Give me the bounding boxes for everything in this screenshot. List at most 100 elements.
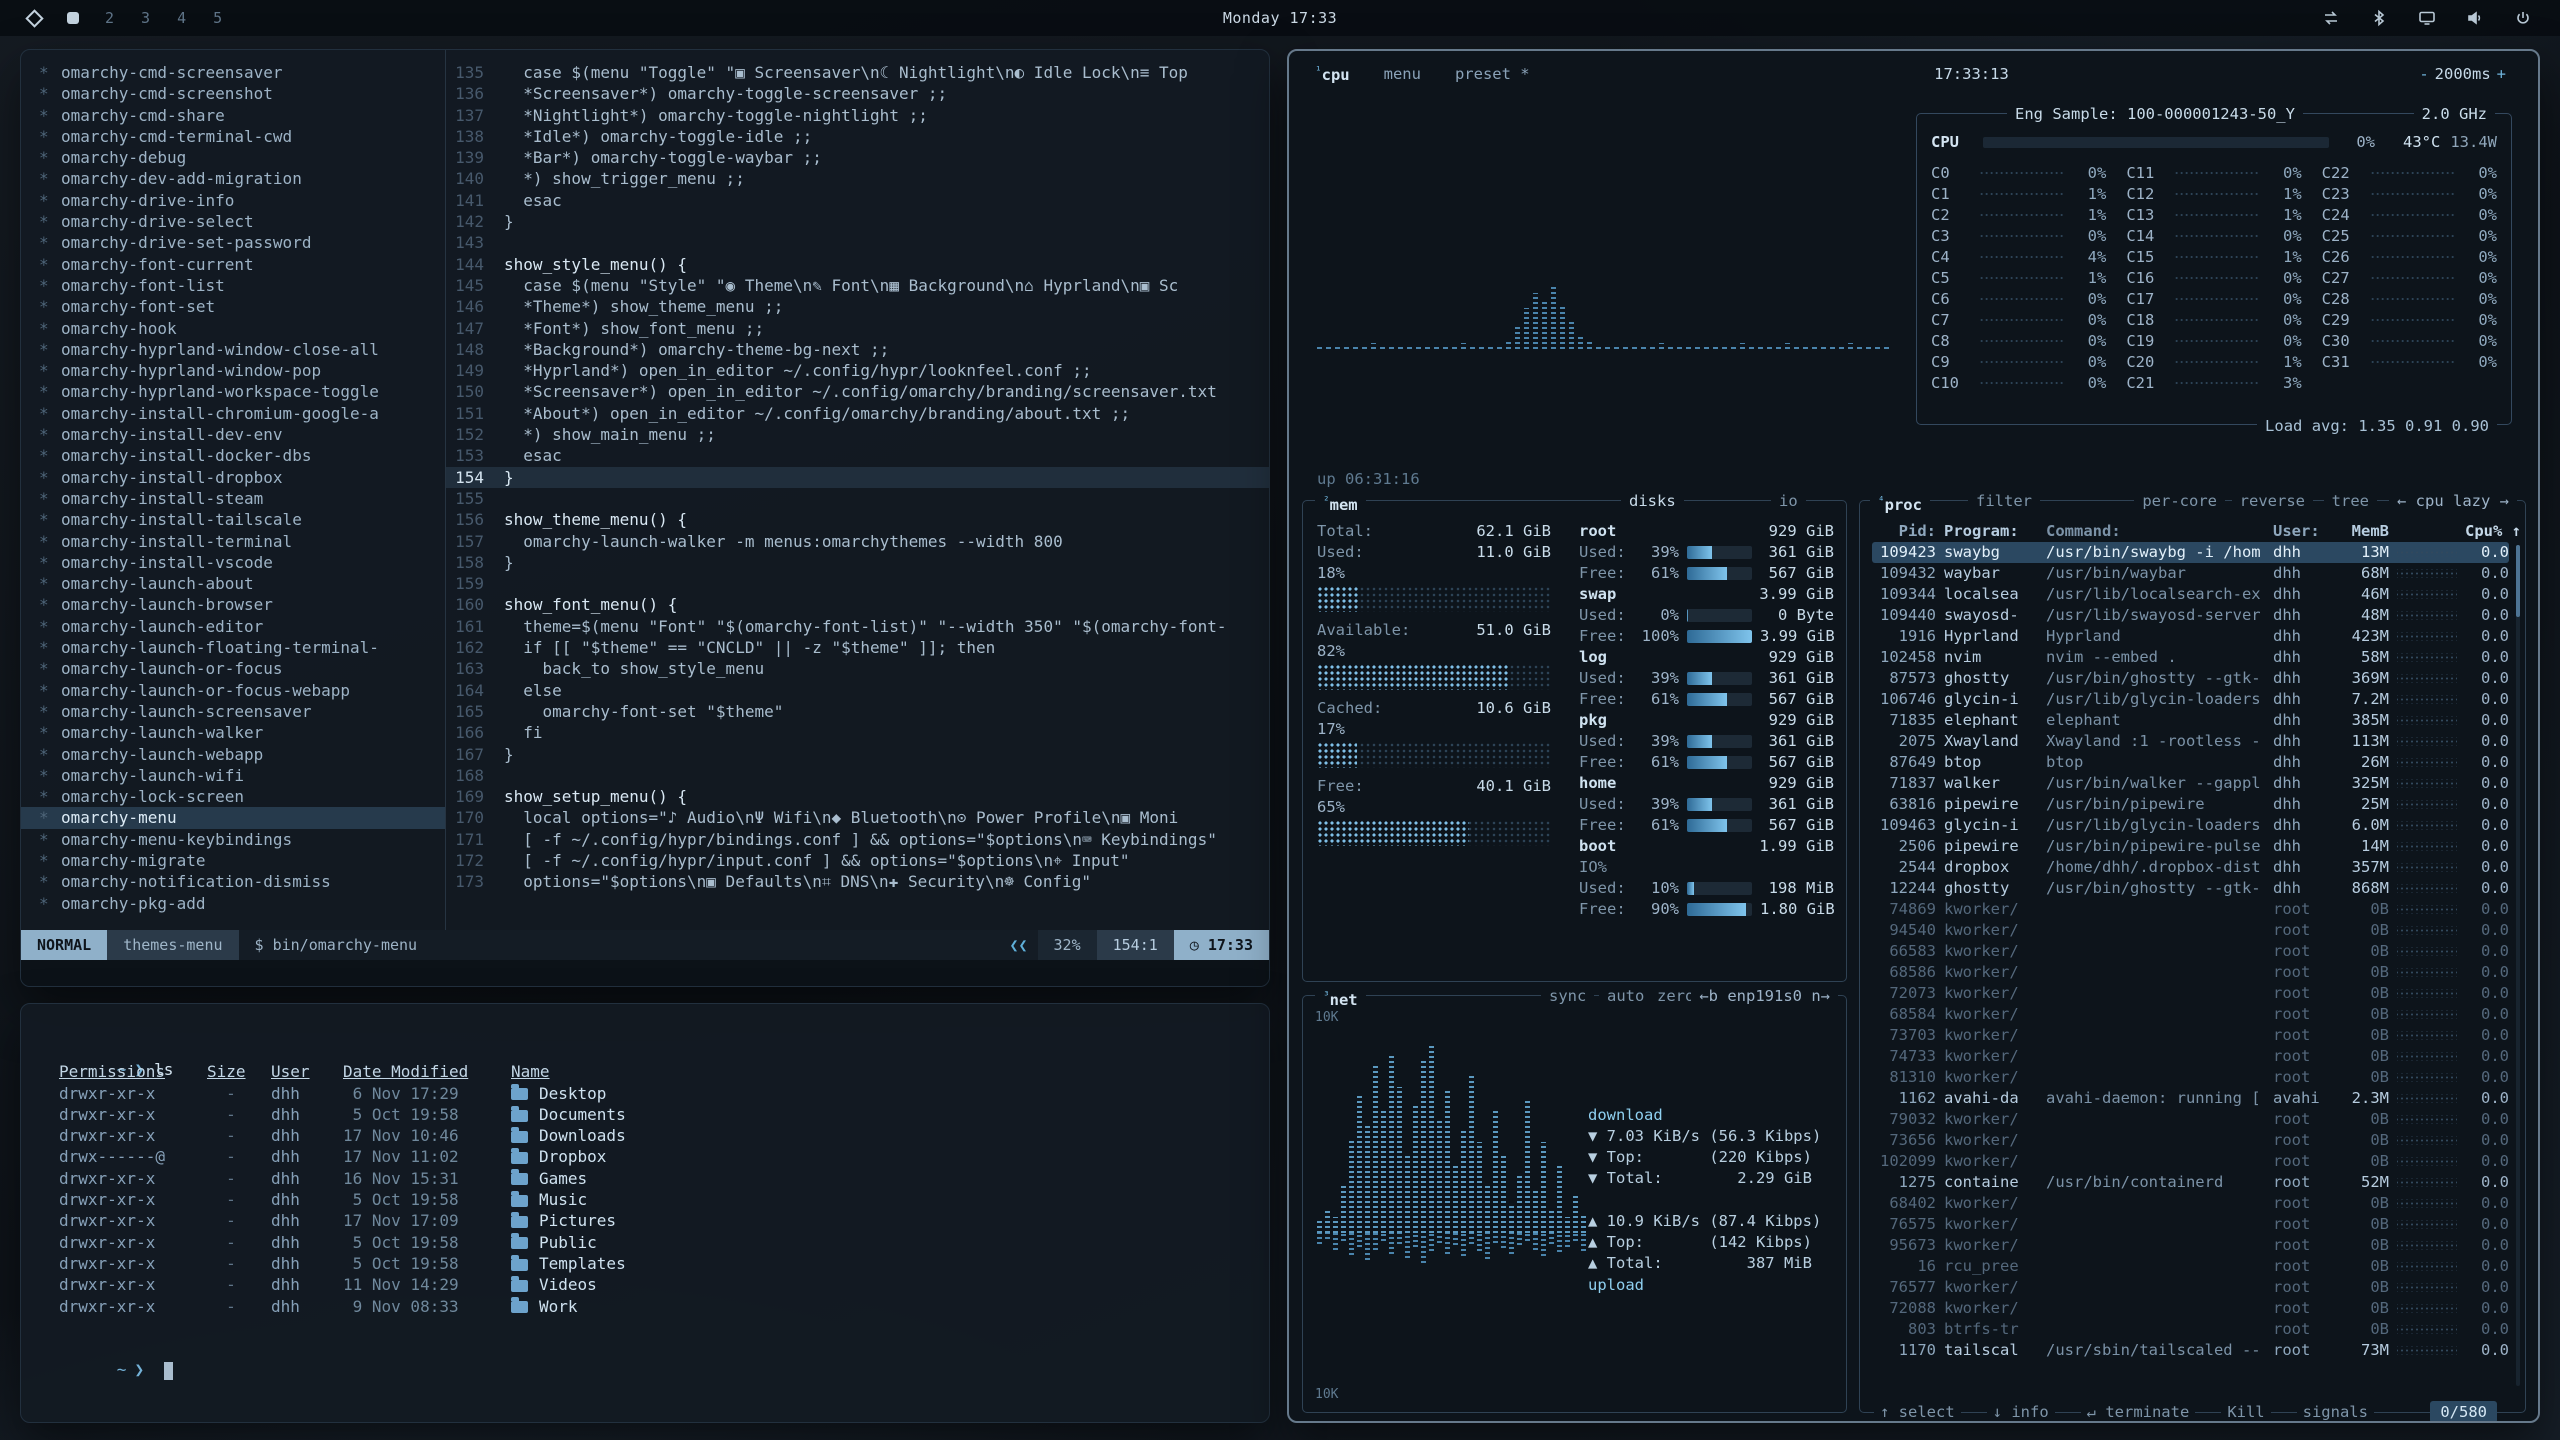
code-line[interactable]: 141 esac bbox=[446, 190, 1269, 211]
code-line[interactable]: 142 } bbox=[446, 211, 1269, 232]
file-item[interactable]: * omarchy-drive-select bbox=[21, 211, 445, 232]
file-item[interactable]: * omarchy-drive-set-password bbox=[21, 232, 445, 253]
code-line[interactable]: 150 *Screensaver*) open_in_editor ~/.con… bbox=[446, 381, 1269, 402]
code-line[interactable]: 148 *Background*) omarchy-theme-bg-next … bbox=[446, 339, 1269, 360]
code-line[interactable]: 151 *About*) open_in_editor ~/.config/om… bbox=[446, 403, 1269, 424]
tab-proc[interactable]: ⁴proc bbox=[1870, 490, 1930, 512]
process-row[interactable]: 95673 kworker/ root 0B 0.0 bbox=[1872, 1235, 2509, 1256]
process-row[interactable]: 76577 kworker/ root 0B 0.0 bbox=[1872, 1277, 2509, 1298]
file-item[interactable]: * omarchy-hyprland-window-pop bbox=[21, 360, 445, 381]
file-item[interactable]: * omarchy-install-steam bbox=[21, 488, 445, 509]
code-line[interactable]: 168 bbox=[446, 765, 1269, 786]
proc-scrollbar[interactable] bbox=[2516, 545, 2520, 1386]
process-row[interactable]: 12244 ghostty /usr/bin/ghostty --gtk- dh… bbox=[1872, 878, 2509, 899]
file-item[interactable]: * omarchy-hook bbox=[21, 318, 445, 339]
process-row[interactable]: 68584 kworker/ root 0B 0.0 bbox=[1872, 1004, 2509, 1025]
file-item[interactable]: * omarchy-cmd-terminal-cwd bbox=[21, 126, 445, 147]
code-line[interactable]: 157 omarchy-launch-walker -m menus:omarc… bbox=[446, 531, 1269, 552]
command-line[interactable] bbox=[21, 960, 1269, 986]
code-line[interactable]: 170 local options="♪ Audio\nΨ Wifi\n◆ Bl… bbox=[446, 807, 1269, 828]
process-row[interactable]: 94540 kworker/ root 0B 0.0 bbox=[1872, 920, 2509, 941]
process-row[interactable]: 102458 nvim nvim --embed . dhh 58M 0.0 bbox=[1872, 647, 2509, 668]
file-item[interactable]: * omarchy-install-chromium-google-a bbox=[21, 403, 445, 424]
process-row[interactable]: 68586 kworker/ root 0B 0.0 bbox=[1872, 962, 2509, 983]
code-line[interactable]: 166 fi bbox=[446, 722, 1269, 743]
process-row[interactable]: 74733 kworker/ root 0B 0.0 bbox=[1872, 1046, 2509, 1067]
process-row[interactable]: 76575 kworker/ root 0B 0.0 bbox=[1872, 1214, 2509, 1235]
process-row[interactable]: 1170 tailscal /usr/sbin/tailscaled -- ro… bbox=[1872, 1340, 2509, 1361]
file-item[interactable]: * omarchy-launch-screensaver bbox=[21, 701, 445, 722]
process-row[interactable]: 1162 avahi-da avahi-daemon: running [ av… bbox=[1872, 1088, 2509, 1109]
code-line[interactable]: 161 theme=$(menu "Font" "$(omarchy-font-… bbox=[446, 616, 1269, 637]
file-item[interactable]: * omarchy-install-terminal bbox=[21, 531, 445, 552]
code-line[interactable]: 145 case $(menu "Style" "◉ Theme\n✎ Font… bbox=[446, 275, 1269, 296]
process-row[interactable]: 106746 glycin-i /usr/lib/glycin-loaders … bbox=[1872, 689, 2509, 710]
process-row[interactable]: 803 btrfs-tr root 0B 0.0 bbox=[1872, 1319, 2509, 1340]
code-line[interactable]: 153 esac bbox=[446, 445, 1269, 466]
workspace-button[interactable]: 5 bbox=[213, 9, 222, 27]
process-row[interactable]: 79032 kworker/ root 0B 0.0 bbox=[1872, 1109, 2509, 1130]
process-row[interactable]: 16 rcu_pree root 0B 0.0 bbox=[1872, 1256, 2509, 1277]
proc-tree-toggle[interactable]: tree bbox=[2324, 490, 2377, 512]
net-interface-switcher[interactable]: ←b enp191s0 n→ bbox=[1691, 985, 1838, 1007]
file-item[interactable]: * omarchy-hyprland-workspace-toggle bbox=[21, 381, 445, 402]
file-item[interactable]: * omarchy-dev-add-migration bbox=[21, 168, 445, 189]
code-line[interactable]: 165 omarchy-font-set "$theme" bbox=[446, 701, 1269, 722]
code-line[interactable]: 140 *) show_trigger_menu ;; bbox=[446, 168, 1269, 189]
process-row[interactable]: 81310 kworker/ root 0B 0.0 bbox=[1872, 1067, 2509, 1088]
process-row[interactable]: 1275 containe /usr/bin/containerd root 5… bbox=[1872, 1172, 2509, 1193]
file-item[interactable]: * omarchy-launch-or-focus-webapp bbox=[21, 680, 445, 701]
process-row[interactable]: 87573 ghostty /usr/bin/ghostty --gtk- dh… bbox=[1872, 668, 2509, 689]
file-item[interactable]: * omarchy-pkg-add bbox=[21, 893, 445, 914]
file-item[interactable]: * omarchy-notification-dismiss bbox=[21, 871, 445, 892]
process-row[interactable]: 109423 swaybg /usr/bin/swaybg -i /hom dh… bbox=[1872, 542, 2509, 563]
code-line[interactable]: 156 show_theme_menu() { bbox=[446, 509, 1269, 530]
code-line[interactable]: 158 } bbox=[446, 552, 1269, 573]
process-row[interactable]: 71835 elephant elephant dhh 385M 0.0 bbox=[1872, 710, 2509, 731]
code-line[interactable]: 144 show_style_menu() { bbox=[446, 254, 1269, 275]
file-item[interactable]: * omarchy-install-docker-dbs bbox=[21, 445, 445, 466]
process-row[interactable]: 109463 glycin-i /usr/lib/glycin-loaders … bbox=[1872, 815, 2509, 836]
file-item[interactable]: * omarchy-launch-webapp bbox=[21, 744, 445, 765]
proc-key-hint[interactable]: ↵ terminate bbox=[2081, 1401, 2196, 1423]
proc-scrollbar-thumb[interactable] bbox=[2516, 545, 2520, 617]
code-line[interactable]: 138 *Idle*) omarchy-toggle-idle ;; bbox=[446, 126, 1269, 147]
proc-percore-toggle[interactable]: per-core bbox=[2134, 490, 2225, 512]
file-item[interactable]: * omarchy-install-dev-env bbox=[21, 424, 445, 445]
preset-button[interactable]: preset * bbox=[1455, 65, 1530, 83]
net-sync-button[interactable]: sync bbox=[1541, 985, 1594, 1007]
process-row[interactable]: 68402 kworker/ root 0B 0.0 bbox=[1872, 1193, 2509, 1214]
file-item[interactable]: * omarchy-launch-walker bbox=[21, 722, 445, 743]
file-item[interactable]: * omarchy-install-dropbox bbox=[21, 467, 445, 488]
menu-button[interactable]: menu bbox=[1384, 65, 1421, 83]
file-item[interactable]: * omarchy-install-vscode bbox=[21, 552, 445, 573]
interval-decrease-button[interactable]: - bbox=[2413, 65, 2434, 83]
file-item[interactable]: * omarchy-launch-editor bbox=[21, 616, 445, 637]
file-item[interactable]: * omarchy-migrate bbox=[21, 850, 445, 871]
code-line[interactable]: 137 *Nightlight*) omarchy-toggle-nightli… bbox=[446, 105, 1269, 126]
process-row[interactable]: 109432 waybar /usr/bin/waybar dhh 68M 0.… bbox=[1872, 563, 2509, 584]
tab-disks[interactable]: disks bbox=[1621, 490, 1684, 512]
process-row[interactable]: 1916 Hyprland Hyprland dhh 423M 0.0 bbox=[1872, 626, 2509, 647]
proc-sort-switcher[interactable]: ← cpu lazy → bbox=[2389, 490, 2517, 512]
code-line[interactable]: 149 *Hyprland*) open_in_editor ~/.config… bbox=[446, 360, 1269, 381]
display-icon[interactable] bbox=[2418, 9, 2436, 27]
shell-prompt-line[interactable]: ~❯ bbox=[59, 1338, 1269, 1359]
process-row[interactable]: 74869 kworker/ root 0B 0.0 bbox=[1872, 899, 2509, 920]
process-row[interactable]: 2506 pipewire /usr/bin/pipewire-pulse dh… bbox=[1872, 836, 2509, 857]
file-item[interactable]: * omarchy-font-set bbox=[21, 296, 445, 317]
file-item[interactable]: * omarchy-lock-screen bbox=[21, 786, 445, 807]
proc-key-hint[interactable]: Kill bbox=[2221, 1401, 2270, 1423]
process-row[interactable]: 102099 kworker/ root 0B 0.0 bbox=[1872, 1151, 2509, 1172]
tab-net[interactable]: ³net bbox=[1315, 985, 1366, 1007]
tab-mem[interactable]: ²mem bbox=[1315, 490, 1366, 512]
process-row[interactable]: 66583 kworker/ root 0B 0.0 bbox=[1872, 941, 2509, 962]
code-line[interactable]: 167 } bbox=[446, 744, 1269, 765]
code-line[interactable]: 154 } bbox=[446, 467, 1269, 488]
file-item[interactable]: * omarchy-launch-wifi bbox=[21, 765, 445, 786]
file-item[interactable]: * omarchy-font-current bbox=[21, 254, 445, 275]
process-row[interactable]: 72088 kworker/ root 0B 0.0 bbox=[1872, 1298, 2509, 1319]
process-row[interactable]: 109344 localsea /usr/lib/localsearch-ex … bbox=[1872, 584, 2509, 605]
code-line[interactable]: 143 bbox=[446, 232, 1269, 253]
code-line[interactable]: 139 *Bar*) omarchy-toggle-waybar ;; bbox=[446, 147, 1269, 168]
